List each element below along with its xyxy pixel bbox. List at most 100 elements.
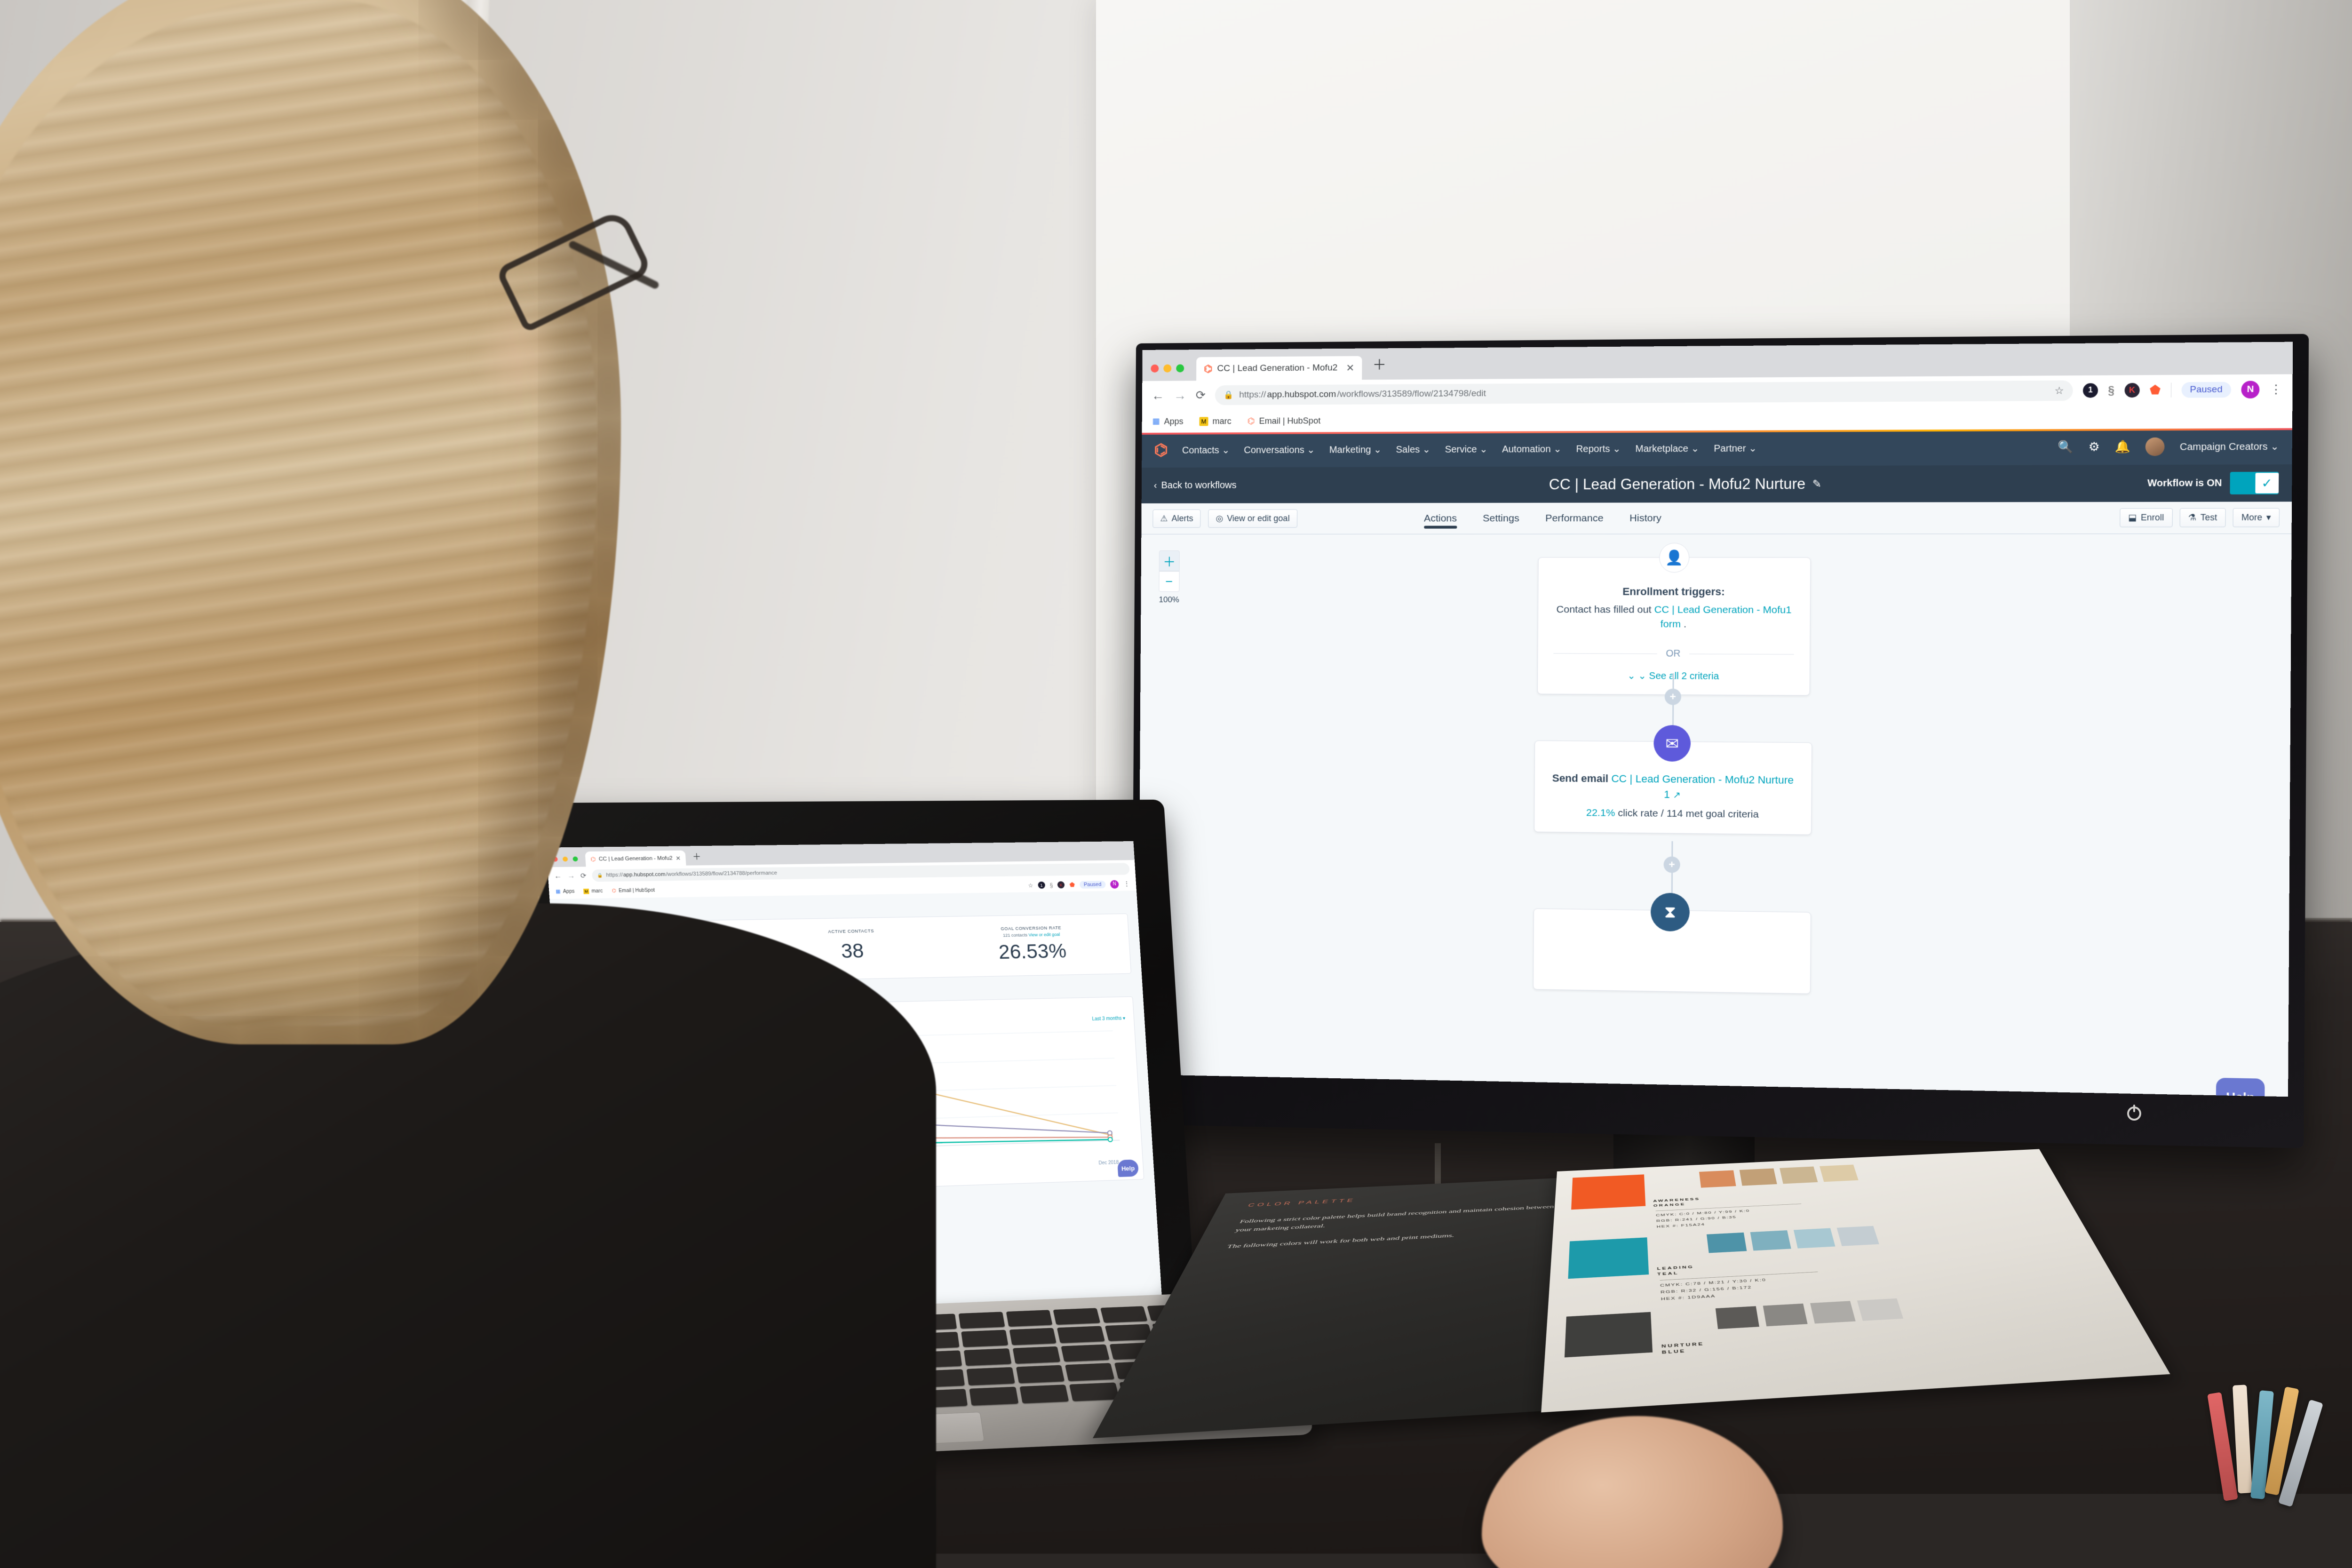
canvas-zoom-controls[interactable]: ＋ − 100%: [1159, 550, 1180, 605]
laptop-key[interactable]: [1057, 1326, 1105, 1343]
zoom-in-button[interactable]: ＋: [1159, 550, 1180, 571]
workflow-toggle[interactable]: ✓: [2230, 472, 2279, 494]
laptop-key[interactable]: [964, 1348, 1011, 1366]
laptop-key[interactable]: [1053, 1308, 1100, 1325]
metric-sub-row: 121 contacts View or edit goal: [942, 931, 1120, 939]
maximize-dot[interactable]: [1176, 364, 1184, 372]
add-action-button[interactable]: +: [1663, 856, 1680, 873]
plus-icon[interactable]: ＋: [1373, 354, 1387, 374]
bookmark-item-hubspot-email[interactable]: ⌬ Email | HubSpot: [1248, 416, 1321, 426]
laptop-key[interactable]: [1016, 1365, 1065, 1384]
hubspot-sprocket-icon[interactable]: ⬟: [2150, 383, 2161, 398]
bookmark-item-marc[interactable]: M marc: [1200, 416, 1232, 426]
url-input[interactable]: 🔒 https:// app.hubspot.com /workflows/31…: [1215, 381, 2073, 406]
tab-performance[interactable]: Performance: [1545, 512, 1604, 524]
email-asset-link[interactable]: CC | Lead Generation - Mofu2 Nurture 1: [1611, 772, 1794, 800]
laptop-key[interactable]: [1019, 1385, 1069, 1403]
laptop-key[interactable]: [1061, 1344, 1110, 1362]
account-name[interactable]: Campaign Creators ⌄: [2180, 440, 2279, 453]
back-arrow-icon[interactable]: ←: [1152, 388, 1164, 403]
more-button[interactable]: More ▾: [2233, 508, 2280, 527]
laptop-key[interactable]: [1100, 1306, 1148, 1322]
pencil-icon[interactable]: ✎: [1812, 478, 1821, 491]
browser-tab[interactable]: ⌬ CC | Lead Generation - Mofu2 ✕: [1196, 356, 1362, 381]
nav-item-partner[interactable]: Partner ⌄: [1714, 442, 1757, 454]
external-link-icon[interactable]: ↗: [1673, 790, 1681, 801]
profile-avatar[interactable]: N: [1110, 880, 1119, 888]
nav-item-automation[interactable]: Automation ⌄: [1502, 443, 1562, 455]
reload-icon[interactable]: ⟳: [1196, 388, 1206, 402]
bookmark-star-icon[interactable]: ☆: [2054, 384, 2064, 397]
enroll-button[interactable]: ⬓ Enroll: [2120, 508, 2173, 527]
view-edit-goal-button[interactable]: ◎ View or edit goal: [1208, 509, 1297, 528]
notification-badge-icon[interactable]: 1: [2083, 383, 2098, 398]
enrollment-form-link[interactable]: CC | Lead Generation - Mofu1 form: [1654, 604, 1792, 630]
test-button[interactable]: ⚗ Test: [2179, 508, 2225, 527]
nav-item-marketing[interactable]: Marketing ⌄: [1329, 444, 1382, 456]
status-badge[interactable]: Paused: [1079, 881, 1105, 889]
pencils: [2211, 1378, 2352, 1567]
gear-icon[interactable]: ⚙: [2089, 439, 2100, 454]
laptop-key[interactable]: [1012, 1346, 1060, 1364]
zoom-level-label: 100%: [1159, 595, 1179, 605]
traffic-lights[interactable]: [1151, 364, 1184, 372]
avatar[interactable]: [2145, 438, 2165, 456]
laptop-key[interactable]: [961, 1330, 1008, 1347]
bookmark-item-apps[interactable]: ▦ Apps: [1152, 416, 1184, 426]
swatch-tint: [1780, 1167, 1818, 1184]
laptop-key[interactable]: [1065, 1363, 1114, 1381]
bell-icon[interactable]: 🔔: [2115, 440, 2130, 454]
close-icon[interactable]: ✕: [1346, 362, 1354, 374]
grammar-icon[interactable]: §: [2108, 384, 2114, 397]
back-to-workflows-link[interactable]: ‹ Back to workflows: [1154, 480, 1237, 491]
forward-arrow-icon[interactable]: →: [1174, 388, 1186, 403]
laptop-key[interactable]: [969, 1387, 1018, 1406]
laptop-key[interactable]: [1006, 1310, 1052, 1327]
laptop-key[interactable]: [959, 1312, 1005, 1329]
laptop-key[interactable]: [967, 1367, 1015, 1385]
swatch-tints: [1716, 1298, 1903, 1329]
nav-item-reports[interactable]: Reports ⌄: [1576, 443, 1621, 455]
view-edit-goal-link[interactable]: View or edit goal: [1028, 932, 1060, 937]
profile-avatar[interactable]: N: [2241, 381, 2259, 398]
nav-item-conversations[interactable]: Conversations ⌄: [1244, 444, 1315, 456]
search-icon[interactable]: 🔍: [2058, 440, 2074, 454]
kebab-menu-icon[interactable]: ⋮: [1123, 880, 1130, 888]
hubspot-sprocket-icon[interactable]: ⬟: [1069, 881, 1075, 888]
kissmetrics-icon[interactable]: K: [2124, 383, 2139, 398]
alerts-button[interactable]: ⚠ Alerts: [1152, 509, 1200, 528]
status-badge[interactable]: Paused: [2181, 382, 2231, 398]
close-dot[interactable]: [1151, 365, 1159, 373]
add-action-button[interactable]: +: [1665, 689, 1681, 705]
help-button[interactable]: Help: [2216, 1078, 2265, 1097]
laptop-key[interactable]: [1069, 1383, 1119, 1401]
bookmark-label: Apps: [1164, 416, 1184, 426]
chevron-down-icon: ⌄ ⌄: [1627, 671, 1646, 682]
workflow-toggle-group[interactable]: Workflow is ON ✓: [2147, 472, 2279, 494]
tab-settings[interactable]: Settings: [1483, 513, 1519, 524]
hubspot-sprocket-icon: ⌬: [1204, 363, 1213, 374]
grammar-icon[interactable]: §: [1049, 882, 1053, 888]
zoom-out-button[interactable]: −: [1159, 571, 1179, 592]
date-range-selector[interactable]: Last 3 months ▾: [1092, 1016, 1125, 1022]
tab-actions[interactable]: Actions: [1424, 513, 1457, 524]
nav-item-sales[interactable]: Sales ⌄: [1396, 443, 1430, 455]
hubspot-sprocket-logo[interactable]: ⌬: [1154, 441, 1168, 460]
apps-grid-icon: ▦: [1152, 417, 1160, 426]
check-icon: ✓: [2255, 473, 2279, 493]
nav-item-marketplace[interactable]: Marketplace ⌄: [1635, 442, 1699, 454]
power-icon[interactable]: [2127, 1106, 2141, 1121]
laptop-key[interactable]: [1105, 1324, 1153, 1341]
workflow-toolbar: ⚠ Alerts ◎ View or edit goal Actions Set…: [1141, 501, 2292, 534]
bookmark-star-icon[interactable]: ☆: [1028, 882, 1033, 889]
nav-item-service[interactable]: Service ⌄: [1445, 443, 1488, 455]
workflow-canvas[interactable]: ＋ − 100% 👤 Enrollment triggers: Contact …: [1138, 534, 2291, 1097]
tab-history[interactable]: History: [1629, 512, 1661, 524]
laptop-key[interactable]: [1009, 1328, 1057, 1345]
minimize-dot[interactable]: [1163, 365, 1171, 373]
nav-item-contacts[interactable]: Contacts ⌄: [1182, 444, 1230, 456]
kissmetrics-icon[interactable]: K: [1057, 881, 1065, 888]
notification-badge-icon[interactable]: 1: [1038, 882, 1045, 889]
kebab-menu-icon[interactable]: ⋮: [2270, 382, 2282, 397]
help-button[interactable]: Help: [1117, 1159, 1139, 1177]
